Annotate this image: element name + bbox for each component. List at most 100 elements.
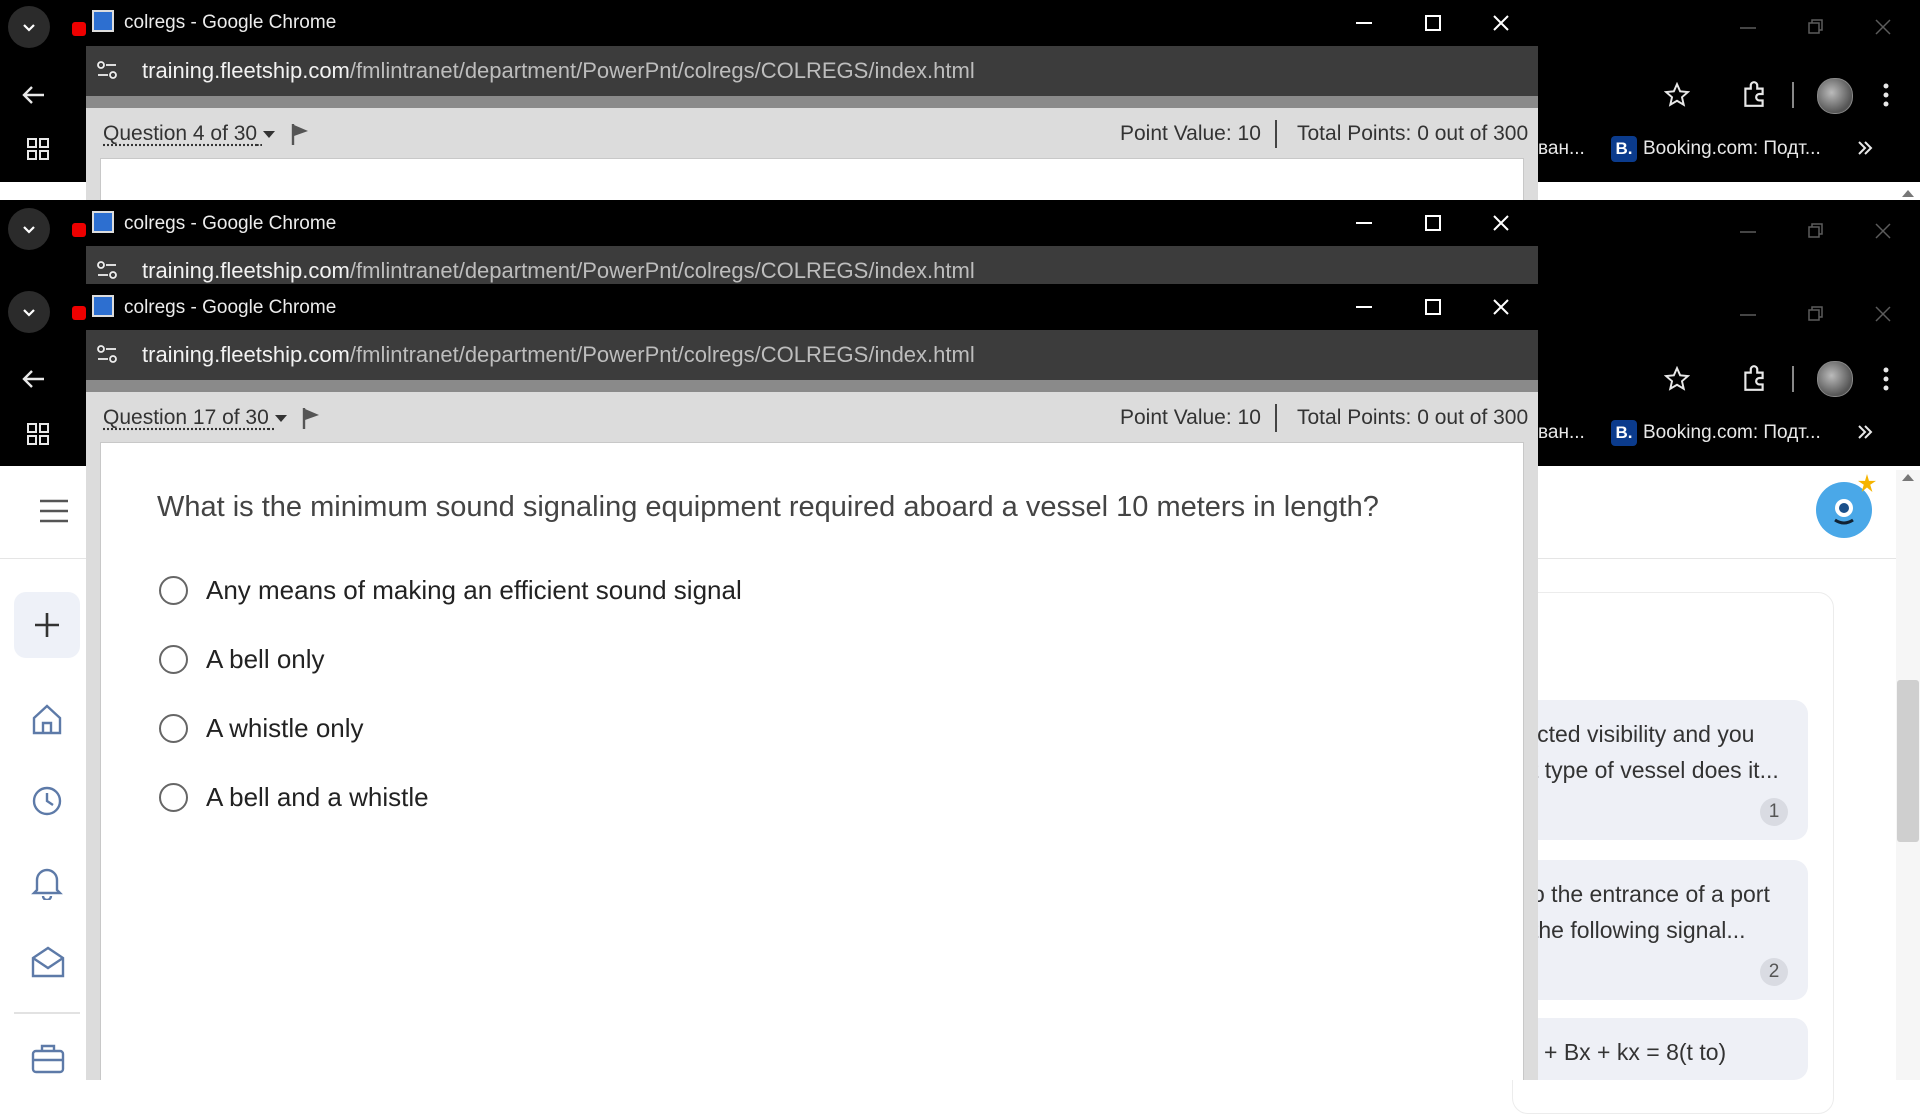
chat-history-item[interactable]: icted visibility and you t type of vesse… xyxy=(1520,700,1808,840)
minimize-button[interactable] xyxy=(1354,298,1374,318)
url-text[interactable]: training.fleetship.com/fmlintranet/depar… xyxy=(142,342,975,368)
point-value: Point Value: 10 xyxy=(1120,122,1261,146)
new-chat-button[interactable] xyxy=(14,592,80,658)
bg-minimize-button[interactable] xyxy=(1738,16,1758,36)
url-text[interactable]: training.fleetship.com/fmlintranet/depar… xyxy=(142,58,975,84)
hamburger-menu-button[interactable] xyxy=(38,498,70,524)
tab-search-button-2[interactable] xyxy=(8,208,50,250)
extensions-button[interactable] xyxy=(1741,80,1767,108)
bg-close-button-3[interactable] xyxy=(1874,305,1892,323)
window-title: colregs - Google Chrome xyxy=(124,297,336,319)
more-bookmarks-button[interactable] xyxy=(1857,140,1873,156)
profile-avatar[interactable] xyxy=(1817,78,1853,114)
radio-button[interactable] xyxy=(159,714,188,743)
restore-icon xyxy=(1807,222,1825,240)
bg-minimize-button-3[interactable] xyxy=(1738,303,1758,323)
toolbar-divider xyxy=(1792,82,1794,108)
home-button[interactable] xyxy=(30,702,64,736)
booking-favicon: B. xyxy=(1611,136,1637,162)
notifications-button[interactable] xyxy=(30,864,64,900)
profile-avatar-3[interactable] xyxy=(1817,361,1853,397)
chat-history-item[interactable]: + Bx + kx = 8(t to) xyxy=(1520,1018,1808,1080)
chat-history-item[interactable]: o the entrance of a port the following s… xyxy=(1520,860,1808,1000)
apps-grid-icon xyxy=(27,138,49,160)
more-icon xyxy=(1882,82,1890,108)
question-number-dropdown[interactable]: Question 4 of 30 xyxy=(103,122,275,146)
scroll-up-arrow-top[interactable] xyxy=(1902,190,1914,197)
question-number-dropdown[interactable]: Question 17 of 30 xyxy=(103,406,287,430)
apps-button[interactable] xyxy=(27,138,49,160)
chrome-menu-button-3[interactable] xyxy=(1882,366,1890,392)
bookmark-star-button[interactable] xyxy=(1664,82,1690,108)
home-icon xyxy=(30,702,64,736)
maximize-button[interactable] xyxy=(1424,298,1442,316)
briefcase-icon xyxy=(30,1042,66,1074)
bookmark-star-button-3[interactable] xyxy=(1664,366,1690,392)
site-info-button[interactable] xyxy=(96,259,118,281)
extensions-button-3[interactable] xyxy=(1741,364,1767,392)
popup-addressbar[interactable]: training.fleetship.com/fmlintranet/depar… xyxy=(86,246,1538,284)
radio-button[interactable] xyxy=(159,783,188,812)
mail-button[interactable] xyxy=(30,946,66,978)
popup-addressbar[interactable]: training.fleetship.com/fmlintranet/depar… xyxy=(86,330,1538,380)
url-text[interactable]: training.fleetship.com/fmlintranet/depar… xyxy=(142,258,975,284)
bg-close-button-2[interactable] xyxy=(1874,222,1892,240)
question-number-label: Question 4 of 30 xyxy=(103,122,257,145)
popup-addressbar[interactable]: training.fleetship.com/fmlintranet/depar… xyxy=(86,46,1538,96)
url-path: /fmlintranet/department/PowerPnt/colregs… xyxy=(350,58,975,83)
page-scrollbar-thumb[interactable] xyxy=(1897,680,1919,842)
bg-minimize-button-2[interactable] xyxy=(1738,220,1758,240)
answer-option[interactable]: A bell only xyxy=(159,644,325,675)
history-button[interactable] xyxy=(30,784,64,818)
more-bookmarks-button-3[interactable] xyxy=(1857,424,1873,440)
youtube-tab-icon-3 xyxy=(72,306,86,320)
workspace-button[interactable] xyxy=(30,1042,66,1074)
mascot-avatar[interactable] xyxy=(1816,482,1872,538)
radio-button[interactable] xyxy=(159,576,188,605)
bg-restore-button-2[interactable] xyxy=(1807,222,1825,240)
radio-button[interactable] xyxy=(159,645,188,674)
back-button-3[interactable] xyxy=(20,368,46,390)
popup-titlebar: colregs - Google Chrome xyxy=(86,284,1538,330)
minimize-icon xyxy=(1354,214,1374,234)
back-button[interactable] xyxy=(20,84,46,106)
maximize-button[interactable] xyxy=(1424,214,1442,232)
url-path: /fmlintranet/department/PowerPnt/colregs… xyxy=(350,258,975,283)
question-number-label: Question 17 of 30 xyxy=(103,406,269,429)
minimize-button[interactable] xyxy=(1354,14,1374,34)
bookmark-partial[interactable]: ван... xyxy=(1538,138,1585,160)
chevron-down-icon xyxy=(21,304,37,320)
minimize-button[interactable] xyxy=(1354,214,1374,234)
minimize-icon xyxy=(1738,220,1758,240)
maximize-button[interactable] xyxy=(1424,14,1442,32)
apps-button-3[interactable] xyxy=(27,423,49,445)
site-info-icon xyxy=(96,259,118,281)
youtube-tab-icon xyxy=(72,22,86,36)
header-separator xyxy=(1275,404,1277,432)
answer-option[interactable]: Any means of making an efficient sound s… xyxy=(159,575,742,606)
flag-button[interactable] xyxy=(290,122,310,146)
site-info-button[interactable] xyxy=(96,59,118,81)
site-info-button[interactable] xyxy=(96,343,118,365)
answer-option[interactable]: A whistle only xyxy=(159,713,364,744)
bg-close-button[interactable] xyxy=(1874,18,1892,36)
bookmark-booking[interactable]: Booking.com: Подт... xyxy=(1643,138,1821,160)
close-button[interactable] xyxy=(1492,14,1510,32)
tab-search-button[interactable] xyxy=(8,6,50,48)
bg-restore-button-3[interactable] xyxy=(1807,305,1825,323)
bookmark-booking-3[interactable]: Booking.com: Подт... xyxy=(1643,422,1821,444)
bg-restore-button[interactable] xyxy=(1807,18,1825,36)
more-icon xyxy=(1882,366,1890,392)
bookmark-partial-3[interactable]: ван... xyxy=(1538,422,1585,444)
chevron-down-icon xyxy=(21,221,37,237)
plus-icon xyxy=(33,611,61,639)
tab-search-button-3[interactable] xyxy=(8,291,50,333)
chat-item-count: 2 xyxy=(1760,958,1788,986)
close-button[interactable] xyxy=(1492,214,1510,232)
flag-button[interactable] xyxy=(301,406,321,430)
answer-option[interactable]: A bell and a whistle xyxy=(159,782,429,813)
chrome-menu-button[interactable] xyxy=(1882,82,1890,108)
caret-down-icon xyxy=(275,415,287,422)
scroll-up-arrow[interactable] xyxy=(1902,474,1914,481)
close-button[interactable] xyxy=(1492,298,1510,316)
